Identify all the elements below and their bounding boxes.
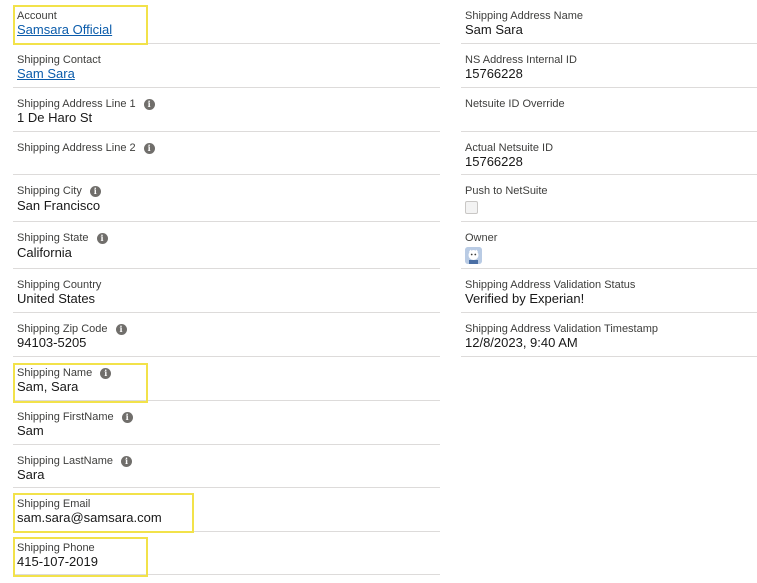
field-label: Shipping Address Line 2 i	[17, 142, 155, 155]
field-value: 15766228	[465, 66, 523, 81]
info-icon[interactable]: i	[115, 324, 127, 335]
info-icon[interactable]: i	[143, 143, 155, 154]
field-label: Shipping City i	[17, 185, 101, 198]
field-shipping-address-line-2: Shipping Address Line 2 i	[13, 132, 440, 175]
field-value: 94103-5205	[17, 335, 87, 350]
field-value: California	[17, 245, 72, 260]
field-netsuite-id-override: Netsuite ID Override	[461, 88, 757, 132]
field-actual-netsuite-id: Actual Netsuite ID 15766228	[461, 132, 757, 175]
field-label: Push to NetSuite	[465, 185, 548, 198]
highlight-account	[13, 5, 148, 45]
field-push-to-netsuite: Push to NetSuite	[461, 175, 757, 222]
field-value: Sara	[17, 467, 45, 482]
field-ns-address-internal-id: NS Address Internal ID 15766228	[461, 44, 757, 88]
field-label-text: Shipping Address Line 2	[17, 142, 136, 154]
field-owner: Owner	[461, 222, 757, 269]
field-label-text: Shipping State	[17, 232, 89, 244]
field-value: 1 De Haro St	[17, 110, 93, 125]
field-label: Shipping State i	[17, 232, 108, 245]
highlight-shipping-name	[13, 363, 148, 403]
field-label: Netsuite ID Override	[465, 98, 565, 111]
field-value: 15766228	[465, 154, 523, 169]
info-icon[interactable]: i	[143, 99, 155, 110]
push-to-netsuite-checkbox[interactable]	[465, 201, 478, 214]
info-icon[interactable]: i	[96, 233, 108, 244]
field-shipping-address-line-1: Shipping Address Line 1i1 De Haro St	[13, 88, 440, 132]
field-label-text: Push to NetSuite	[465, 185, 548, 197]
info-icon[interactable]: i	[89, 186, 101, 197]
right-field-column: Shipping Address Name Sam Sara NS Address …	[461, 0, 757, 357]
left-field-column: Account Samsara Official Shipping Contact S…	[13, 0, 440, 575]
field-shipping-city: Shipping City i San Francisco	[13, 175, 440, 222]
field-shipping-state: Shipping State i California	[13, 222, 440, 269]
field-value: Sam	[17, 423, 44, 438]
field-label-text: Netsuite ID Override	[465, 98, 565, 110]
field-value[interactable]: Sam Sara	[17, 66, 75, 82]
field-shipping-zip-code: Shipping Zip Code i 94103-5205	[13, 313, 440, 357]
field-value: San Francisco	[17, 198, 101, 213]
highlight-shipping-email	[13, 493, 194, 533]
field-shipping-address-name: Shipping Address Name Sam Sara	[461, 0, 757, 44]
field-shipping-lastname: Shipping LastName i Sara	[13, 445, 440, 488]
field-shipping-contact: Shipping Contact Sam Sara	[13, 44, 440, 88]
field-value: Sam Sara	[465, 22, 523, 37]
field-value: 12/8/2023, 9:40 AM	[465, 335, 578, 350]
field-shipping-firstname: Shipping FirstName i Sam	[13, 401, 440, 445]
field-shipping-address-validation-timestamp: Shipping Address Validation Timestamp 12/…	[461, 313, 757, 357]
field-shipping-country: Shipping Country United States	[13, 269, 440, 313]
field-shipping-address-validation-status: Shipping Address Validation Status Verifi…	[461, 269, 757, 313]
field-label-text: Owner	[465, 232, 498, 244]
field-value: United States	[17, 291, 96, 306]
info-icon[interactable]: i	[121, 456, 133, 467]
highlight-shipping-phone	[13, 537, 148, 577]
field-value: Verified by Experian!	[465, 291, 585, 306]
user-avatar-icon[interactable]	[465, 247, 482, 264]
field-label-text: Shipping City	[17, 185, 82, 197]
field-label: Owner	[465, 232, 497, 245]
info-icon[interactable]: i	[121, 412, 133, 423]
